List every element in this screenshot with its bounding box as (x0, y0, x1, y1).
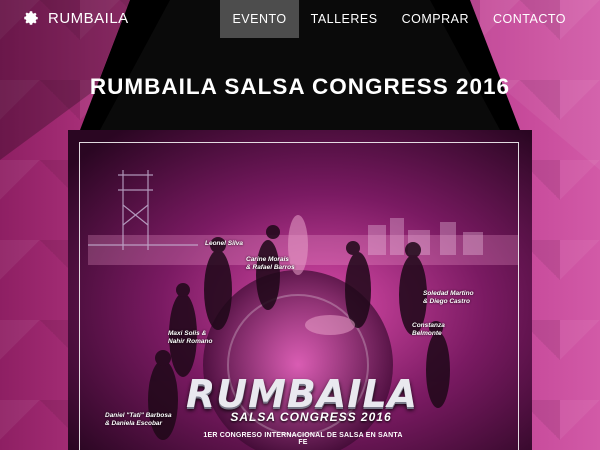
nav-comprar[interactable]: COMPRAR (390, 0, 481, 38)
main-nav: EVENTO TALLERES COMPRAR CONTACTO (220, 0, 578, 38)
nav-evento[interactable]: EVENTO (220, 0, 299, 38)
poster-subtitle: SALSA CONGRESS 2016 (230, 410, 392, 424)
dancer-label: Daniel "Tati" Barbosa & Daniela Escobar (105, 412, 172, 427)
brand[interactable]: RUMBAILA (22, 9, 129, 27)
dancer-label: Leonel Silva (205, 240, 243, 247)
dancer-label: Constanza Belmonte (412, 322, 445, 337)
poster-tagline: 1ER CONGRESO INTERNACIONAL DE SALSA EN S… (203, 432, 403, 446)
nav-contacto[interactable]: CONTACTO (481, 0, 578, 38)
event-poster: Leonel Silva Carine Morais & Rafael Barr… (68, 130, 532, 450)
page-title: RUMBAILA SALSA CONGRESS 2016 (89, 74, 511, 99)
dancer-label: Carine Morais & Rafael Barros (246, 256, 295, 271)
top-navbar: RUMBAILA EVENTO TALLERES COMPRAR CONTACT… (0, 0, 600, 38)
dancer-label: Maxi Solis & Nahir Romano (168, 330, 213, 345)
dancer-label: Soledad Martino & Diego Castro (423, 290, 474, 305)
nav-talleres[interactable]: TALLERES (299, 0, 390, 38)
brand-name: RUMBAILA (48, 9, 129, 27)
gear-icon (22, 9, 40, 27)
